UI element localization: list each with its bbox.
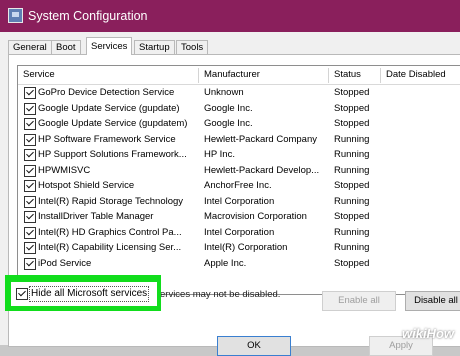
service-manufacturer: HP Inc. — [204, 149, 235, 160]
list-header: Service Manufacturer Status Date Disable… — [18, 66, 460, 85]
service-status: Running — [334, 195, 370, 207]
table-row[interactable]: Intel(R) Capability Licensing Ser... Inte… — [18, 240, 460, 255]
system-config-icon — [8, 8, 23, 23]
table-row[interactable]: GoPro Device Detection Service Unknown Sto… — [18, 85, 460, 100]
table-row[interactable]: iPod Service Apple Inc. Stopped — [18, 256, 460, 271]
service-name: HP Support Solutions Framework... — [38, 149, 187, 160]
service-name: iPod Service — [38, 257, 92, 269]
table-row[interactable]: HP Software Framework Service Hewlett-Pac… — [18, 132, 460, 147]
services-note: ervices may not be disabled. — [160, 289, 281, 300]
service-name: HPWMISVC — [38, 164, 91, 176]
column-header-date-disabled[interactable]: Date Disabled — [381, 66, 446, 84]
hide-ms-services-option[interactable]: Hide all Microsoft services — [11, 282, 157, 306]
service-status: Stopped — [334, 211, 370, 222]
enable-all-button[interactable]: Enable all — [322, 291, 396, 311]
service-status: Stopped — [334, 180, 370, 191]
service-checkbox[interactable] — [24, 133, 36, 146]
service-checkbox[interactable] — [24, 149, 36, 161]
service-status: Running — [334, 242, 370, 253]
service-manufacturer: Hewlett-Packard Company — [204, 133, 317, 145]
tab-services[interactable]: Services — [86, 37, 133, 55]
service-status: Running — [334, 226, 370, 238]
hide-ms-services-checkbox[interactable] — [16, 288, 28, 300]
table-row[interactable]: Google Update Service (gupdate) Google In… — [18, 101, 460, 116]
service-status: Running — [334, 164, 370, 176]
service-manufacturer: Unknown — [204, 87, 244, 98]
service-checkbox[interactable] — [24, 226, 36, 239]
tab-boot[interactable]: Boot — [51, 40, 81, 55]
ok-button[interactable]: OK — [217, 336, 291, 356]
service-name: Google Update Service (gupdate) — [38, 102, 180, 114]
service-manufacturer: Macrovision Corporation — [204, 211, 307, 222]
service-checkbox[interactable] — [24, 211, 36, 223]
table-row[interactable]: Intel(R) HD Graphics Control Pa... Intel … — [18, 225, 460, 240]
hide-ms-services-label[interactable]: Hide all Microsoft services — [29, 286, 150, 302]
service-checkbox[interactable] — [24, 118, 36, 130]
table-row[interactable]: InstallDriver Table Manager Macrovision C… — [18, 209, 460, 224]
service-checkbox[interactable] — [24, 87, 36, 99]
table-row[interactable]: Google Update Service (gupdatem) Google I… — [18, 116, 460, 131]
service-checkbox[interactable] — [24, 102, 36, 115]
services-list[interactable]: Service Manufacturer Status Date Disable… — [17, 65, 460, 295]
service-manufacturer: Google Inc. — [204, 102, 253, 114]
service-manufacturer: Apple Inc. — [204, 257, 247, 269]
service-manufacturer: Intel(R) Corporation — [204, 242, 288, 253]
service-name: HP Software Framework Service — [38, 133, 176, 145]
service-checkbox[interactable] — [24, 180, 36, 192]
column-header-status[interactable]: Status — [329, 66, 361, 84]
service-status: Stopped — [334, 87, 370, 98]
table-row[interactable]: HP Support Solutions Framework... HP Inc.… — [18, 147, 460, 162]
tab-general[interactable]: General — [8, 40, 52, 55]
service-name: Intel(R) HD Graphics Control Pa... — [38, 226, 182, 238]
service-name: Intel(R) Capability Licensing Ser... — [38, 242, 182, 253]
service-name: Hotspot Shield Service — [38, 180, 135, 191]
window-title: System Configuration — [28, 9, 148, 23]
service-status: Stopped — [334, 257, 370, 269]
watermark-logo: wikiHow — [401, 326, 454, 341]
column-header-service[interactable]: Service — [18, 66, 55, 84]
service-name: Intel(R) Rapid Storage Technology — [38, 195, 184, 207]
service-status: Running — [334, 133, 370, 145]
service-manufacturer: Intel Corporation — [204, 195, 275, 207]
table-row[interactable]: Hotspot Shield Service AnchorFree Inc. Sto… — [18, 178, 460, 193]
disable-all-button[interactable]: Disable all — [405, 291, 460, 311]
service-manufacturer: AnchorFree Inc. — [204, 180, 272, 191]
table-row[interactable]: HPWMISVC Hewlett-Packard Develop... Runnin… — [18, 163, 460, 178]
tab-tools[interactable]: Tools — [176, 40, 209, 55]
service-status: Running — [334, 149, 370, 160]
service-name: Google Update Service (gupdatem) — [38, 118, 188, 129]
service-manufacturer: Hewlett-Packard Develop... — [204, 164, 320, 176]
service-checkbox[interactable] — [24, 257, 36, 270]
service-checkbox[interactable] — [24, 242, 36, 254]
service-manufacturer: Intel Corporation — [204, 226, 275, 238]
service-name: InstallDriver Table Manager — [38, 211, 154, 222]
column-header-manufacturer[interactable]: Manufacturer — [199, 66, 260, 84]
service-name: GoPro Device Detection Service — [38, 87, 175, 98]
service-status: Stopped — [334, 102, 370, 114]
table-row[interactable]: Intel(R) Rapid Storage Technology Intel C… — [18, 194, 460, 209]
service-checkbox[interactable] — [24, 164, 36, 177]
title-bar: System Configuration — [0, 0, 460, 32]
service-manufacturer: Google Inc. — [204, 118, 253, 129]
service-status: Stopped — [334, 118, 370, 129]
tab-startup[interactable]: Startup — [134, 40, 175, 55]
service-checkbox[interactable] — [24, 195, 36, 208]
